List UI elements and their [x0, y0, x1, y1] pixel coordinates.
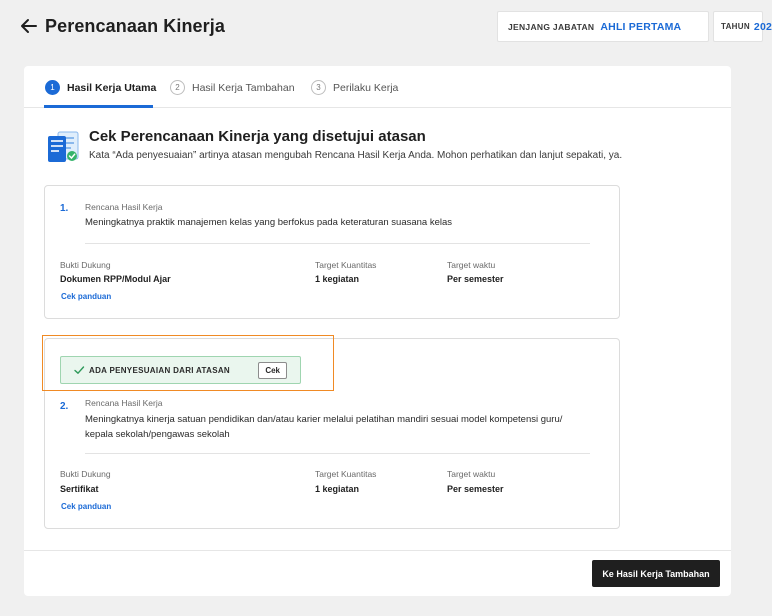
kuantitas-value: 1 kegiatan — [315, 274, 360, 284]
tahun-value: 2023 — [753, 20, 772, 33]
card-footer: Ke Hasil Kerja Tambahan — [24, 550, 731, 596]
tab-label: Perilaku Kerja — [333, 81, 399, 94]
bukti-label: Bukti Dukung — [60, 469, 111, 479]
arrow-left-icon — [21, 19, 37, 33]
step-number: 1 — [45, 80, 60, 95]
item-number: 2. — [60, 401, 69, 412]
step-number: 2 — [170, 80, 185, 95]
jenjang-value: AHLI PERTAMA — [600, 20, 682, 33]
section-subtitle: Kata “Ada penyesuaian” artinya atasan me… — [89, 150, 623, 161]
active-tab-indicator — [44, 105, 153, 108]
jenjang-jabatan-badge: JENJANG JABATAN AHLI PERTAMA — [497, 11, 709, 42]
kuantitas-label: Target Kuantitas — [315, 469, 377, 479]
tab-perilaku-kerja[interactable]: 3 Perilaku Kerja — [311, 80, 398, 95]
tahun-badge: TAHUN 2023 — [713, 11, 772, 42]
kuantitas-value: 1 kegiatan — [315, 484, 360, 494]
waktu-label: Target waktu — [447, 260, 496, 270]
plan-item-card: 1. Rencana Hasil Kerja Meningkatnya prak… — [44, 185, 620, 319]
notice-text: ADA PENYESUAIAN DARI ATASAN — [89, 365, 230, 375]
step-number: 3 — [311, 80, 326, 95]
divider — [85, 243, 590, 244]
cek-panduan-link[interactable]: Cek panduan — [61, 502, 111, 511]
kuantitas-label: Target Kuantitas — [315, 260, 377, 270]
plan-text: Meningkatnya praktik manajemen kelas yan… — [85, 217, 453, 228]
bukti-value: Sertifikat — [60, 484, 99, 494]
back-button[interactable] — [18, 15, 40, 37]
bukti-value: Dokumen RPP/Modul Ajar — [60, 274, 171, 284]
tab-hasil-kerja-utama[interactable]: 1 Hasil Kerja Utama — [45, 80, 156, 95]
step-tabs: 1 Hasil Kerja Utama 2 Hasil Kerja Tambah… — [24, 66, 731, 108]
tab-label: Hasil Kerja Tambahan — [192, 81, 295, 94]
checkmark-icon — [74, 366, 85, 374]
item-number: 1. — [60, 203, 69, 214]
page-title: Perencanaan Kinerja — [45, 16, 225, 36]
jenjang-label: JENJANG JABATAN — [508, 21, 595, 32]
section-title: Cek Perencanaan Kinerja yang disetujui a… — [89, 128, 426, 145]
waktu-value: Per semester — [447, 274, 504, 284]
cek-panduan-link[interactable]: Cek panduan — [61, 292, 111, 301]
tahun-label: TAHUN — [721, 22, 750, 31]
waktu-label: Target waktu — [447, 469, 496, 479]
plan-label: Rencana Hasil Kerja — [85, 202, 163, 212]
next-step-button[interactable]: Ke Hasil Kerja Tambahan — [592, 560, 720, 587]
main-card: 1 Hasil Kerja Utama 2 Hasil Kerja Tambah… — [24, 66, 731, 596]
plan-text-line-2: kepala sekolah/pengawas sekolah — [85, 429, 230, 440]
bukti-label: Bukti Dukung — [60, 260, 111, 270]
plan-item-card: ADA PENYESUAIAN DARI ATASAN Cek 2. Renca… — [44, 338, 620, 529]
tab-label: Hasil Kerja Utama — [67, 81, 157, 94]
waktu-value: Per semester — [447, 484, 504, 494]
document-illustration-icon — [46, 129, 82, 165]
tab-hasil-kerja-tambahan[interactable]: 2 Hasil Kerja Tambahan — [170, 80, 295, 95]
top-bar: Perencanaan Kinerja JENJANG JABATAN AHLI… — [0, 0, 772, 56]
plan-label: Rencana Hasil Kerja — [85, 398, 163, 408]
adjustment-notice-banner: ADA PENYESUAIAN DARI ATASAN Cek — [60, 356, 301, 384]
cek-button[interactable]: Cek — [258, 362, 287, 379]
divider — [85, 453, 590, 454]
plan-text-line-1: Meningkatnya kinerja satuan pendidikan d… — [85, 414, 563, 425]
